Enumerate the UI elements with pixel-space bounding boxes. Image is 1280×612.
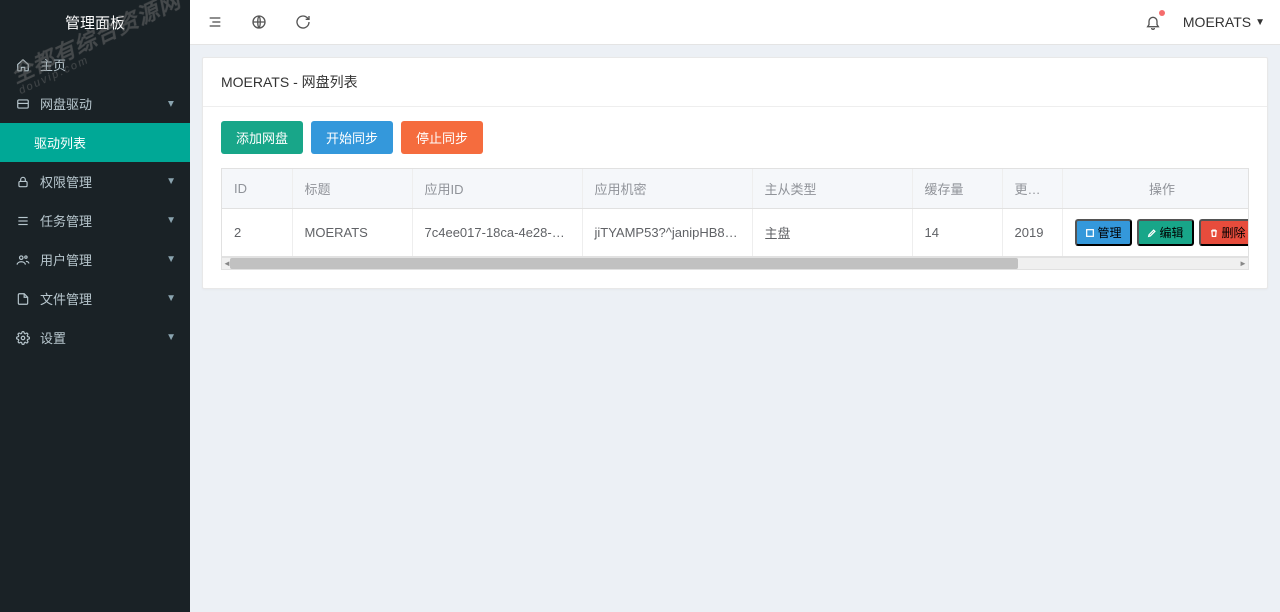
- sidebar-item-tasks[interactable]: 任务管理 ▼: [0, 201, 190, 240]
- tasks-icon: [14, 214, 32, 228]
- cell-app-secret: jiTYAMP53?^janipHB86...: [582, 209, 752, 257]
- toggle-sidebar-button[interactable]: [205, 12, 225, 32]
- sidebar-item-label: 文件管理: [40, 289, 166, 308]
- refresh-button[interactable]: [293, 12, 313, 32]
- chevron-down-icon: ▼: [166, 176, 176, 187]
- sidebar-item-users[interactable]: 用户管理 ▼: [0, 240, 190, 279]
- users-icon: [14, 253, 32, 267]
- edit-button[interactable]: 编辑: [1137, 219, 1194, 246]
- gear-icon: [14, 331, 32, 345]
- add-drive-button[interactable]: 添加网盘: [221, 121, 303, 154]
- language-button[interactable]: [249, 12, 269, 32]
- username-label: MOERATS: [1183, 14, 1251, 30]
- chevron-down-icon: ▼: [166, 293, 176, 304]
- table-row: 2 MOERATS 7c4ee017-18ca-4e28-8... jiTYAM…: [222, 209, 1249, 257]
- files-icon: [14, 292, 32, 306]
- horizontal-scrollbar[interactable]: ◄ ►: [222, 257, 1248, 269]
- sidebar-item-label: 任务管理: [40, 211, 166, 230]
- panel-title: MOERATS - 网盘列表: [203, 58, 1267, 107]
- sidebar-item-disk-drive[interactable]: 网盘驱动 ▲: [0, 84, 190, 123]
- col-title: 标题: [292, 169, 412, 209]
- notifications-button[interactable]: [1143, 12, 1163, 32]
- manage-button[interactable]: 管理: [1075, 219, 1132, 246]
- sidebar-title: 管理面板: [0, 0, 190, 45]
- col-app-secret: 应用机密: [582, 169, 752, 209]
- scroll-right-arrow[interactable]: ►: [1238, 258, 1248, 269]
- sidebar-item-files[interactable]: 文件管理 ▼: [0, 279, 190, 318]
- topbar: MOERATS ▼: [190, 0, 1280, 45]
- stop-sync-button[interactable]: 停止同步: [401, 121, 483, 154]
- cell-cache: 14: [912, 209, 1002, 257]
- disk-icon: [14, 97, 32, 111]
- chevron-up-icon: ▲: [166, 98, 176, 109]
- main: MOERATS ▼ MOERATS - 网盘列表 添加网盘 开始同步 停止同步: [190, 0, 1280, 612]
- drive-list-panel: MOERATS - 网盘列表 添加网盘 开始同步 停止同步: [202, 57, 1268, 289]
- cell-title: MOERATS: [292, 209, 412, 257]
- sidebar-item-label: 设置: [40, 328, 166, 347]
- sidebar-item-home[interactable]: 主页: [0, 45, 190, 84]
- drive-table-container: ID 标题 应用ID 应用机密 主从类型 缓存量 更新时 操作: [221, 168, 1249, 270]
- cell-id: 2: [222, 209, 292, 257]
- cell-ops: 管理 编辑 删除: [1062, 209, 1249, 257]
- sidebar-item-label: 用户管理: [40, 250, 166, 269]
- user-menu[interactable]: MOERATS ▼: [1183, 14, 1265, 30]
- home-icon: [14, 58, 32, 72]
- lock-icon: [14, 175, 32, 189]
- sidebar-item-settings[interactable]: 设置 ▼: [0, 318, 190, 357]
- sidebar-menu: 主页 网盘驱动 ▲ 驱动列表 权限管理 ▼ 任务管理 ▼: [0, 45, 190, 357]
- delete-label: 删除: [1222, 224, 1246, 241]
- chevron-down-icon: ▼: [166, 215, 176, 226]
- sidebar-item-label: 权限管理: [40, 172, 166, 191]
- chevron-down-icon: ▼: [1255, 17, 1265, 28]
- edit-label: 编辑: [1160, 224, 1184, 241]
- col-cache: 缓存量: [912, 169, 1002, 209]
- notification-dot: [1159, 10, 1165, 16]
- sidebar-item-label: 主页: [40, 55, 176, 74]
- sidebar-item-label: 驱动列表: [34, 133, 176, 152]
- sidebar-subitem-drive-list[interactable]: 驱动列表: [0, 123, 190, 162]
- drive-table: ID 标题 应用ID 应用机密 主从类型 缓存量 更新时 操作: [222, 169, 1249, 257]
- scroll-thumb[interactable]: [230, 258, 1018, 269]
- cell-app-id: 7c4ee017-18ca-4e28-8...: [412, 209, 582, 257]
- cell-updated: 2019: [1002, 209, 1062, 257]
- col-role: 主从类型: [752, 169, 912, 209]
- chevron-down-icon: ▼: [166, 254, 176, 265]
- chevron-down-icon: ▼: [166, 332, 176, 343]
- content: MOERATS - 网盘列表 添加网盘 开始同步 停止同步: [190, 45, 1280, 612]
- table-header-row: ID 标题 应用ID 应用机密 主从类型 缓存量 更新时 操作: [222, 169, 1249, 209]
- manage-label: 管理: [1098, 224, 1122, 241]
- sidebar-item-label: 网盘驱动: [40, 94, 166, 113]
- col-id: ID: [222, 169, 292, 209]
- sidebar: 管理面板 主页 网盘驱动 ▲ 驱动列表 权限管理 ▼: [0, 0, 190, 612]
- sidebar-item-permissions[interactable]: 权限管理 ▼: [0, 162, 190, 201]
- start-sync-button[interactable]: 开始同步: [311, 121, 393, 154]
- col-ops: 操作: [1062, 169, 1249, 209]
- cell-role: 主盘: [752, 209, 912, 257]
- delete-button[interactable]: 删除: [1199, 219, 1249, 246]
- col-app-id: 应用ID: [412, 169, 582, 209]
- col-updated: 更新时: [1002, 169, 1062, 209]
